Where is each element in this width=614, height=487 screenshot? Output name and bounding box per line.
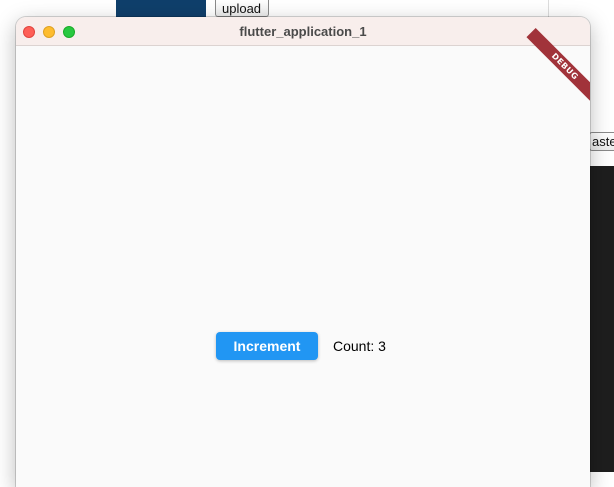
minimize-window-icon[interactable]: [43, 26, 55, 38]
count-label: Count: 3: [333, 338, 386, 354]
window-title: flutter_application_1: [239, 24, 367, 39]
paste-button[interactable]: aste: [589, 132, 614, 151]
upload-button[interactable]: upload: [215, 0, 269, 17]
background-image-thumbnail: [116, 0, 206, 18]
background-dark-editor: [590, 166, 614, 472]
title-bar[interactable]: flutter_application_1: [16, 17, 590, 46]
app-window: flutter_application_1 DEBUG Increment Co…: [16, 17, 590, 487]
increment-button[interactable]: Increment: [216, 332, 318, 360]
maximize-window-icon[interactable]: [63, 26, 75, 38]
close-window-icon[interactable]: [23, 26, 35, 38]
app-content: DEBUG Increment Count: 3: [16, 27, 590, 487]
